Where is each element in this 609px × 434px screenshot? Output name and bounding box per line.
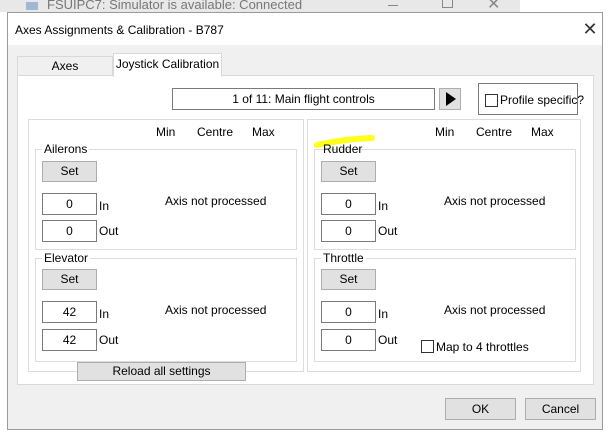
- ailerons-in-label: In: [99, 199, 110, 213]
- tab-axes-assignments[interactable]: Axes Assignments: [17, 56, 113, 92]
- ailerons-out-field[interactable]: 0: [42, 220, 97, 242]
- maximize-icon[interactable]: [442, 0, 453, 8]
- play-arrow-icon: [446, 92, 456, 106]
- ailerons-set-button[interactable]: Set: [42, 161, 97, 182]
- elevator-out-field[interactable]: 42: [42, 329, 97, 351]
- calibration-dialog: Axes Assignments & Calibration - B787 ✕ …: [7, 12, 603, 430]
- throttle-label: Throttle: [321, 251, 366, 265]
- map-throttles-label: Map to 4 throttles: [436, 340, 529, 354]
- elevator-out-label: Out: [99, 333, 119, 347]
- rudder-out-label: Out: [378, 224, 398, 238]
- background-window: FSUIPC7: Simulator is available: Connect…: [0, 0, 520, 12]
- throttle-in-field[interactable]: 0: [321, 301, 376, 323]
- throttle-set-button[interactable]: Set: [321, 269, 376, 290]
- dialog-title: Axes Assignments & Calibration - B787: [15, 23, 224, 37]
- rudder-in-field[interactable]: 0: [321, 193, 376, 215]
- app-icon: [26, 2, 38, 10]
- dialog-titlebar: Axes Assignments & Calibration - B787 ✕: [8, 13, 602, 45]
- min-header-right: Min: [435, 125, 455, 139]
- centre-header: Centre: [197, 125, 234, 139]
- rudder-set-button[interactable]: Set: [321, 161, 376, 182]
- max-header: Max: [252, 125, 275, 139]
- ok-button[interactable]: OK: [445, 398, 516, 420]
- close-icon[interactable]: ✕: [578, 17, 602, 41]
- elevator-label: Elevator: [42, 251, 91, 265]
- throttle-in-label: In: [378, 307, 389, 321]
- min-header: Min: [156, 125, 176, 139]
- max-header-right: Max: [531, 125, 554, 139]
- next-page-button[interactable]: [439, 88, 461, 110]
- throttle-out-label: Out: [378, 333, 398, 347]
- throttle-out-field[interactable]: 0: [321, 329, 376, 351]
- rudder-out-field[interactable]: 0: [321, 220, 376, 242]
- background-window-title: FSUIPC7: Simulator is available: Connect…: [47, 0, 303, 12]
- ailerons-status: Axis not processed: [165, 194, 267, 208]
- rudder-status: Axis not processed: [444, 194, 546, 208]
- rudder-in-label: In: [378, 199, 389, 213]
- minimize-icon[interactable]: [388, 5, 398, 6]
- ailerons-label: Ailerons: [42, 142, 90, 156]
- centre-header-right: Centre: [476, 125, 513, 139]
- ailerons-out-label: Out: [99, 224, 119, 238]
- elevator-in-field[interactable]: 42: [42, 301, 97, 323]
- calibration-page-field: 1 of 11: Main flight controls: [172, 88, 435, 110]
- elevator-in-label: In: [99, 307, 110, 321]
- tab-joystick-calibration[interactable]: Joystick Calibration: [113, 53, 222, 77]
- cancel-button[interactable]: Cancel: [525, 398, 596, 420]
- elevator-set-button[interactable]: Set: [42, 269, 97, 290]
- reload-all-settings-button[interactable]: Reload all settings: [77, 362, 246, 381]
- map-throttles-checkbox[interactable]: [421, 340, 434, 353]
- elevator-status: Axis not processed: [165, 303, 267, 317]
- throttle-status: Axis not processed: [444, 303, 546, 317]
- rudder-label: Rudder: [323, 142, 363, 156]
- profile-specific-checkbox[interactable]: [485, 94, 498, 107]
- profile-specific-label: Profile specific?: [500, 93, 585, 107]
- ailerons-in-field[interactable]: 0: [42, 193, 97, 215]
- background-close-icon[interactable]: ✕: [487, 0, 500, 12]
